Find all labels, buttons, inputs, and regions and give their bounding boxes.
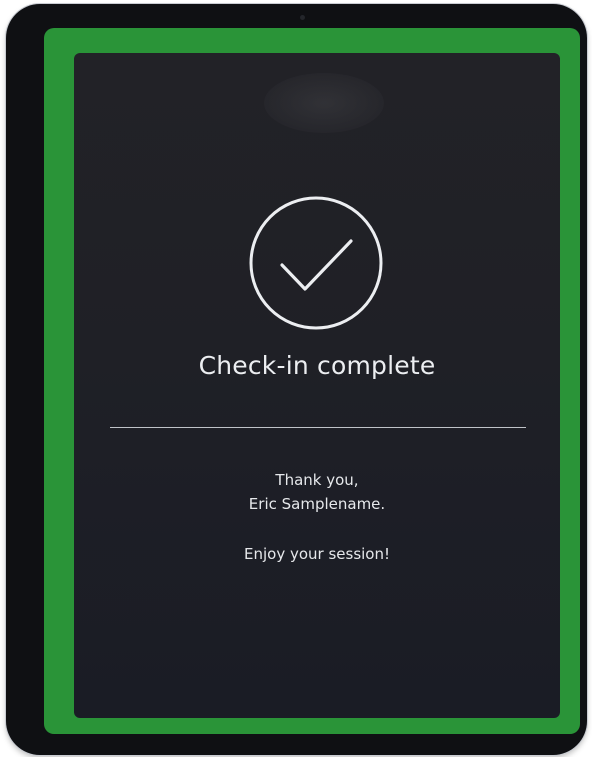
thank-you-text: Thank you, bbox=[275, 471, 359, 489]
camera-dot bbox=[300, 15, 305, 20]
screen-glare bbox=[264, 73, 384, 133]
attendee-name: Eric Samplename. bbox=[248, 495, 386, 513]
tablet-device: Check-in complete Thank you, Eric Sample… bbox=[6, 4, 587, 755]
checkin-screen: Check-in complete Thank you, Eric Sample… bbox=[74, 53, 560, 718]
divider bbox=[110, 427, 526, 428]
closing-message: Enjoy your session! bbox=[243, 545, 390, 563]
checkmark-circle-icon bbox=[249, 196, 383, 330]
page-title: Check-in complete bbox=[198, 351, 436, 380]
